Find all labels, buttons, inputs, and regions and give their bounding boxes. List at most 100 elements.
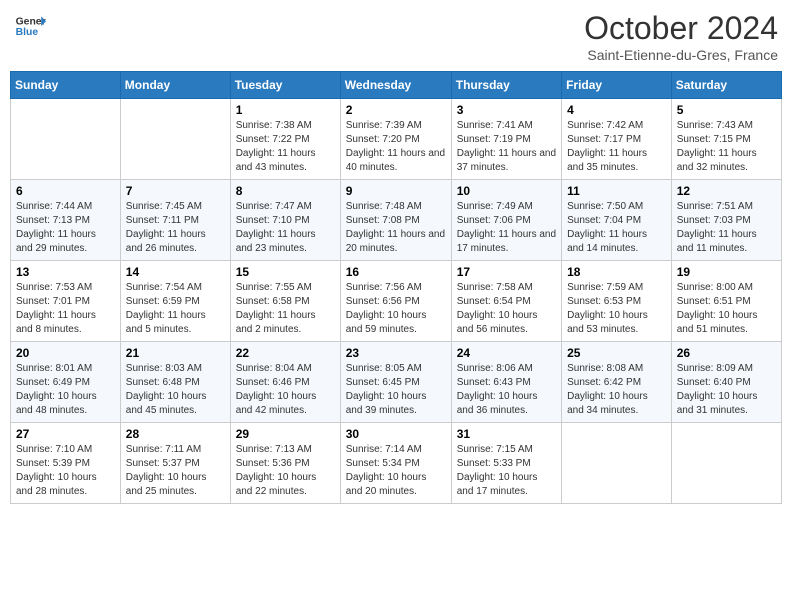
day-cell: 28Sunrise: 7:11 AM Sunset: 5:37 PM Dayli… (120, 423, 230, 504)
day-info: Sunrise: 7:55 AM Sunset: 6:58 PM Dayligh… (236, 281, 335, 337)
day-info: Sunrise: 7:38 AM Sunset: 7:22 PM Dayligh… (236, 119, 335, 175)
day-info: Sunrise: 7:47 AM Sunset: 7:10 PM Dayligh… (236, 200, 335, 256)
day-number: 8 (236, 184, 335, 198)
header-monday: Monday (120, 72, 230, 99)
day-cell: 7Sunrise: 7:45 AM Sunset: 7:11 PM Daylig… (120, 180, 230, 261)
day-cell: 5 Sunrise: 7:43 AM Sunset: 7:15 PM Daylig… (671, 99, 781, 180)
header-sunday: Sunday (11, 72, 121, 99)
week-row-1: 1 Sunrise: 7:38 AM Sunset: 7:22 PM Daylig… (11, 99, 782, 180)
day-cell: 13 Sunrise: 7:53 AM Sunset: 7:01 PM Dayli… (11, 261, 121, 342)
day-info: Sunrise: 7:15 AM Sunset: 5:33 PM Dayligh… (457, 443, 556, 499)
day-number: 26 (677, 346, 776, 360)
header-saturday: Saturday (671, 72, 781, 99)
day-cell: 29Sunrise: 7:13 AM Sunset: 5:36 PM Dayli… (230, 423, 340, 504)
day-number: 6 (16, 184, 115, 198)
day-info: Sunrise: 7:49 AM Sunset: 7:06 PM Dayligh… (457, 200, 556, 256)
day-cell: 15 Sunrise: 7:55 AM Sunset: 6:58 PM Dayli… (230, 261, 340, 342)
day-number: 7 (126, 184, 225, 198)
day-number: 21 (126, 346, 225, 360)
day-number: 28 (126, 427, 225, 441)
day-info: Sunrise: 7:50 AM Sunset: 7:04 PM Dayligh… (567, 200, 666, 256)
day-number: 30 (346, 427, 446, 441)
day-number: 3 (457, 103, 556, 117)
day-number: 16 (346, 265, 446, 279)
day-info: Sunrise: 7:10 AM Sunset: 5:39 PM Dayligh… (16, 443, 115, 499)
day-info: Sunrise: 8:05 AM Sunset: 6:45 PM Dayligh… (346, 362, 446, 418)
day-info: Sunrise: 7:51 AM Sunset: 7:03 PM Dayligh… (677, 200, 776, 256)
day-number: 9 (346, 184, 446, 198)
day-cell: 8 Sunrise: 7:47 AM Sunset: 7:10 PM Daylig… (230, 180, 340, 261)
page-header: General Blue October 2024 Saint-Etienne-… (10, 10, 782, 63)
day-info: Sunrise: 7:42 AM Sunset: 7:17 PM Dayligh… (567, 119, 666, 175)
day-cell: 27 Sunrise: 7:10 AM Sunset: 5:39 PM Dayli… (11, 423, 121, 504)
day-number: 22 (236, 346, 335, 360)
day-number: 23 (346, 346, 446, 360)
week-row-4: 20 Sunrise: 8:01 AM Sunset: 6:49 PM Dayli… (11, 342, 782, 423)
day-cell: 11 Sunrise: 7:50 AM Sunset: 7:04 PM Dayli… (562, 180, 672, 261)
day-info: Sunrise: 7:54 AM Sunset: 6:59 PM Dayligh… (126, 281, 225, 337)
day-cell: 1 Sunrise: 7:38 AM Sunset: 7:22 PM Daylig… (230, 99, 340, 180)
day-number: 13 (16, 265, 115, 279)
day-number: 18 (567, 265, 666, 279)
day-number: 10 (457, 184, 556, 198)
calendar-table: SundayMondayTuesdayWednesdayThursdayFrid… (10, 71, 782, 504)
day-info: Sunrise: 8:00 AM Sunset: 6:51 PM Dayligh… (677, 281, 776, 337)
day-number: 20 (16, 346, 115, 360)
day-cell (120, 99, 230, 180)
day-number: 12 (677, 184, 776, 198)
week-row-5: 27 Sunrise: 7:10 AM Sunset: 5:39 PM Dayli… (11, 423, 782, 504)
location: Saint-Etienne-du-Gres, France (584, 47, 778, 63)
header-row: SundayMondayTuesdayWednesdayThursdayFrid… (11, 72, 782, 99)
day-cell: 9 Sunrise: 7:48 AM Sunset: 7:08 PM Daylig… (340, 180, 451, 261)
day-number: 4 (567, 103, 666, 117)
svg-text:Blue: Blue (16, 27, 39, 38)
day-number: 1 (236, 103, 335, 117)
day-number: 24 (457, 346, 556, 360)
day-info: Sunrise: 7:58 AM Sunset: 6:54 PM Dayligh… (457, 281, 556, 337)
day-info: Sunrise: 7:44 AM Sunset: 7:13 PM Dayligh… (16, 200, 115, 256)
day-number: 25 (567, 346, 666, 360)
day-info: Sunrise: 7:56 AM Sunset: 6:56 PM Dayligh… (346, 281, 446, 337)
day-info: Sunrise: 8:06 AM Sunset: 6:43 PM Dayligh… (457, 362, 556, 418)
day-info: Sunrise: 7:39 AM Sunset: 7:20 PM Dayligh… (346, 119, 446, 175)
day-cell: 4 Sunrise: 7:42 AM Sunset: 7:17 PM Daylig… (562, 99, 672, 180)
day-cell: 30 Sunrise: 7:14 AM Sunset: 5:34 PM Dayli… (340, 423, 451, 504)
day-info: Sunrise: 8:09 AM Sunset: 6:40 PM Dayligh… (677, 362, 776, 418)
day-info: Sunrise: 8:03 AM Sunset: 6:48 PM Dayligh… (126, 362, 225, 418)
day-cell: 3Sunrise: 7:41 AM Sunset: 7:19 PM Daylig… (451, 99, 561, 180)
day-cell: 31 Sunrise: 7:15 AM Sunset: 5:33 PM Dayli… (451, 423, 561, 504)
day-info: Sunrise: 7:43 AM Sunset: 7:15 PM Dayligh… (677, 119, 776, 175)
day-info: Sunrise: 8:04 AM Sunset: 6:46 PM Dayligh… (236, 362, 335, 418)
day-number: 5 (677, 103, 776, 117)
day-info: Sunrise: 7:14 AM Sunset: 5:34 PM Dayligh… (346, 443, 446, 499)
day-cell: 20 Sunrise: 8:01 AM Sunset: 6:49 PM Dayli… (11, 342, 121, 423)
header-thursday: Thursday (451, 72, 561, 99)
day-number: 31 (457, 427, 556, 441)
day-number: 27 (16, 427, 115, 441)
day-cell: 21 Sunrise: 8:03 AM Sunset: 6:48 PM Dayli… (120, 342, 230, 423)
day-number: 15 (236, 265, 335, 279)
day-cell: 24 Sunrise: 8:06 AM Sunset: 6:43 PM Dayli… (451, 342, 561, 423)
day-number: 11 (567, 184, 666, 198)
day-info: Sunrise: 7:53 AM Sunset: 7:01 PM Dayligh… (16, 281, 115, 337)
day-cell: 23 Sunrise: 8:05 AM Sunset: 6:45 PM Dayli… (340, 342, 451, 423)
day-cell (11, 99, 121, 180)
day-cell: 2 Sunrise: 7:39 AM Sunset: 7:20 PM Daylig… (340, 99, 451, 180)
logo: General Blue (14, 10, 46, 42)
day-number: 2 (346, 103, 446, 117)
day-cell: 12 Sunrise: 7:51 AM Sunset: 7:03 PM Dayli… (671, 180, 781, 261)
day-info: Sunrise: 7:59 AM Sunset: 6:53 PM Dayligh… (567, 281, 666, 337)
day-cell: 18 Sunrise: 7:59 AM Sunset: 6:53 PM Dayli… (562, 261, 672, 342)
week-row-3: 13 Sunrise: 7:53 AM Sunset: 7:01 PM Dayli… (11, 261, 782, 342)
day-cell: 14Sunrise: 7:54 AM Sunset: 6:59 PM Dayli… (120, 261, 230, 342)
day-info: Sunrise: 8:01 AM Sunset: 6:49 PM Dayligh… (16, 362, 115, 418)
month-title: October 2024 (584, 10, 778, 47)
day-cell: 10 Sunrise: 7:49 AM Sunset: 7:06 PM Dayli… (451, 180, 561, 261)
day-info: Sunrise: 8:08 AM Sunset: 6:42 PM Dayligh… (567, 362, 666, 418)
day-cell (671, 423, 781, 504)
logo-icon: General Blue (14, 10, 46, 42)
day-number: 29 (236, 427, 335, 441)
day-cell: 6 Sunrise: 7:44 AM Sunset: 7:13 PM Daylig… (11, 180, 121, 261)
header-wednesday: Wednesday (340, 72, 451, 99)
day-info: Sunrise: 7:48 AM Sunset: 7:08 PM Dayligh… (346, 200, 446, 256)
